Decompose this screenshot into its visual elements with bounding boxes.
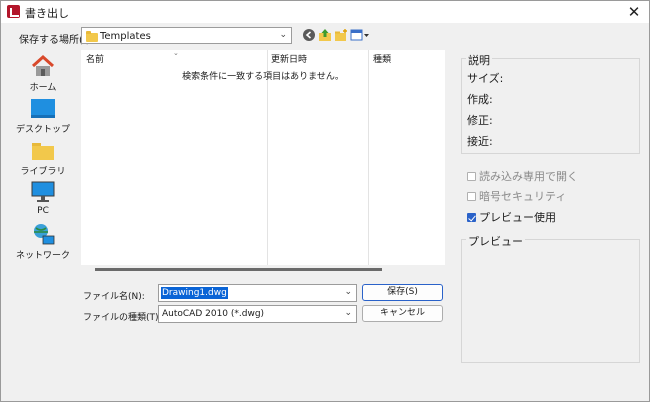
accessed-label: 接近: [467, 135, 493, 148]
close-icon[interactable]: ✕ [625, 3, 643, 21]
column-header-name[interactable]: 名前 [86, 52, 104, 65]
window-title: 書き出し [25, 7, 69, 20]
place-label: デスクトップ [15, 125, 70, 135]
home-icon [31, 54, 55, 76]
filetype-dropdown[interactable]: AutoCAD 2010 (*.dwg) ⌄ [158, 305, 357, 323]
cancel-button[interactable]: キャンセル [362, 305, 443, 322]
chevron-down-icon: ⌄ [344, 287, 352, 297]
description-group: 説明 サイズ: 作成: 修正: 接近: [461, 52, 640, 154]
column-divider [368, 50, 369, 265]
place-label: ホーム [29, 83, 57, 93]
back-icon[interactable] [302, 28, 316, 42]
checkbox-box [467, 172, 476, 181]
filename-label: ファイル名(N): [83, 292, 145, 302]
checkbox-box [467, 192, 476, 201]
place-library[interactable]: ライブラリ [11, 138, 75, 178]
chevron-down-icon: ⌄ [344, 308, 352, 318]
place-label: ライブラリ [20, 167, 66, 177]
file-list[interactable]: ⌄ 名前 更新日時 種類 検索条件に一致する項目はありません。 [81, 49, 445, 271]
folder-icon [86, 31, 98, 42]
save-button[interactable]: 保存(S) [362, 284, 443, 301]
place-home[interactable]: ホーム [11, 54, 75, 94]
place-label: PC [37, 206, 49, 216]
column-header-modified[interactable]: 更新日時 [271, 52, 307, 65]
checkbox-checked-icon [467, 213, 476, 222]
created-label: 作成: [467, 93, 493, 106]
pc-monitor-icon [31, 181, 55, 202]
views-menu-icon[interactable] [350, 28, 370, 42]
preview-checkbox[interactable]: プレビュー使用 [467, 209, 556, 225]
modified-label: 修正: [467, 114, 493, 127]
place-network[interactable]: ネットワーク [11, 222, 75, 262]
filename-input[interactable]: Drawing1.dwg ⌄ [158, 284, 357, 302]
places-bar: ホーム デスクトップ ライブラリ PC ネットワーク [11, 50, 75, 265]
filetype-label: ファイルの種類(T): [83, 313, 162, 323]
horizontal-scrollbar[interactable] [95, 268, 382, 271]
place-desktop[interactable]: デスクトップ [11, 96, 75, 136]
preview-title: プレビュー [466, 233, 525, 249]
preview-group: プレビュー [461, 233, 640, 363]
empty-message: 検索条件に一致する項目はありません。 [182, 72, 344, 82]
save-dialog: 書き出し ✕ 保存する場所(I): Templates ⌄ ホーム デスクトップ… [0, 0, 650, 402]
chevron-down-icon: ⌄ [279, 30, 287, 40]
size-label: サイズ: [467, 72, 504, 85]
filename-value: Drawing1.dwg [161, 287, 228, 299]
app-logo-icon [7, 5, 20, 18]
save-in-value: Templates [100, 31, 151, 42]
library-folder-icon [32, 143, 54, 160]
encryption-label: 暗号セキュリティ [479, 190, 567, 203]
encryption-checkbox[interactable]: 暗号セキュリティ [467, 188, 566, 204]
place-pc[interactable]: PC [11, 180, 75, 220]
filetype-value: AutoCAD 2010 (*.dwg) [162, 309, 265, 319]
title-bar: 書き出し ✕ [1, 1, 649, 23]
description-title: 説明 [466, 52, 492, 68]
read-only-label: 読み込み専用で開く [479, 170, 578, 183]
column-divider [267, 50, 268, 265]
preview-checkbox-label: プレビュー使用 [479, 211, 556, 224]
column-header-type[interactable]: 種類 [373, 52, 391, 65]
new-folder-icon[interactable] [334, 28, 348, 42]
up-folder-icon[interactable] [318, 28, 332, 42]
read-only-checkbox[interactable]: 読み込み専用で開く [467, 168, 578, 184]
save-in-dropdown[interactable]: Templates ⌄ [81, 27, 292, 44]
sort-caret-icon: ⌄ [173, 49, 179, 57]
desktop-icon [31, 99, 55, 118]
place-label: ネットワーク [15, 251, 70, 261]
network-icon [34, 224, 55, 245]
